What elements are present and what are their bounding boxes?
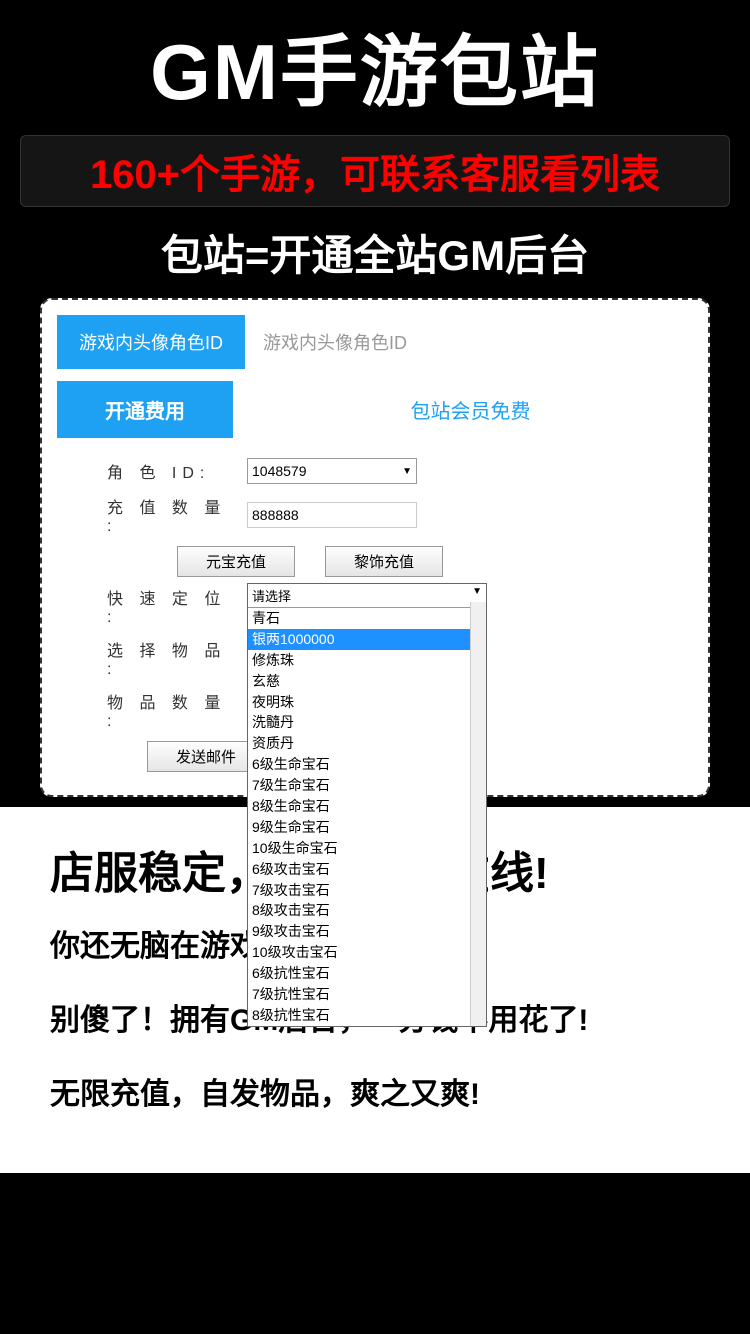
scrollbar[interactable] <box>470 602 486 1026</box>
main-title: GM手游包站 <box>20 10 730 122</box>
member-free-text: 包站会员免费 <box>233 381 708 438</box>
fee-row: 开通费用 包站会员免费 <box>57 381 708 438</box>
dropdown-item[interactable]: 10级攻击宝石 <box>248 942 486 963</box>
dropdown-item[interactable]: 7级抗性宝石 <box>248 984 486 1005</box>
dropdown-item[interactable]: 8级抗性宝石 <box>248 1005 486 1026</box>
header-line2: 包站=开通全站GM后台 <box>0 217 750 298</box>
role-id-placeholder[interactable]: 游戏内头像角色ID <box>245 315 708 369</box>
amount-label: 充 值 数 量 : <box>107 494 247 536</box>
select-item-label: 选 择 物 品 : <box>107 637 247 679</box>
dropdown-item[interactable]: 青石 <box>248 608 486 629</box>
tab-row: 游戏内头像角色ID 游戏内头像角色ID <box>57 315 708 369</box>
subtitle-count: 160+ <box>90 153 180 197</box>
dropdown-item[interactable]: 7级攻击宝石 <box>248 880 486 901</box>
dropdown-item[interactable]: 8级生命宝石 <box>248 796 486 817</box>
chevron-down-icon: ▼ <box>402 466 412 477</box>
role-id-label: 角 色 ID: <box>107 459 247 483</box>
role-id-select[interactable]: 1048579 ▼ <box>247 458 417 484</box>
header: GM手游包站 <box>0 0 750 127</box>
dropdown-item[interactable]: 9级生命宝石 <box>248 817 486 838</box>
dropdown-item[interactable]: 洗髓丹 <box>248 712 486 733</box>
subtitle-box: 160+个手游，可联系客服看列表 <box>20 135 730 207</box>
item-dropdown-list[interactable]: 请选择 ▼ 青石银两1000000修炼珠玄慈夜明珠洗髓丹资质丹6级生命宝石7级生… <box>247 583 487 1027</box>
dropdown-item[interactable]: 7级生命宝石 <box>248 775 486 796</box>
dropdown-item[interactable]: 6级攻击宝石 <box>248 859 486 880</box>
dropdown-item[interactable]: 资质丹 <box>248 733 486 754</box>
quick-locate-label: 快 速 定 位 : <box>107 585 247 627</box>
role-id-value: 1048579 <box>252 463 307 479</box>
dropdown-item[interactable]: 6级抗性宝石 <box>248 963 486 984</box>
dropdown-item[interactable]: 夜明珠 <box>248 692 486 713</box>
dropdown-item[interactable]: 银两1000000 <box>248 629 486 650</box>
dropdown-item[interactable]: 10级生命宝石 <box>248 838 486 859</box>
amount-input[interactable]: 888888 <box>247 502 417 528</box>
lishi-recharge-button[interactable]: 黎饰充值 <box>325 546 443 577</box>
dropdown-item[interactable]: 6级生命宝石 <box>248 754 486 775</box>
form-area: 角 色 ID: 1048579 ▼ 充 值 数 量 : 888888 元宝充值 … <box>57 438 708 772</box>
item-qty-label: 物 品 数 量 : <box>107 689 247 731</box>
dropdown-header[interactable]: 请选择 ▼ <box>248 584 486 608</box>
footer-line4: 无限充值，自发物品，爽之又爽! <box>50 1069 700 1113</box>
tab-role-id[interactable]: 游戏内头像角色ID <box>57 315 245 369</box>
yuanbao-recharge-button[interactable]: 元宝充值 <box>177 546 295 577</box>
subtitle-rest: 个手游，可联系客服看列表 <box>180 153 660 197</box>
dropdown-item[interactable]: 9级攻击宝石 <box>248 921 486 942</box>
dropdown-item[interactable]: 玄慈 <box>248 671 486 692</box>
admin-panel: 游戏内头像角色ID 游戏内头像角色ID 开通费用 包站会员免费 角 色 ID: … <box>40 298 710 797</box>
dropdown-item[interactable]: 8级攻击宝石 <box>248 900 486 921</box>
open-fee-button[interactable]: 开通费用 <box>57 381 233 438</box>
dropdown-item[interactable]: 修炼珠 <box>248 650 486 671</box>
